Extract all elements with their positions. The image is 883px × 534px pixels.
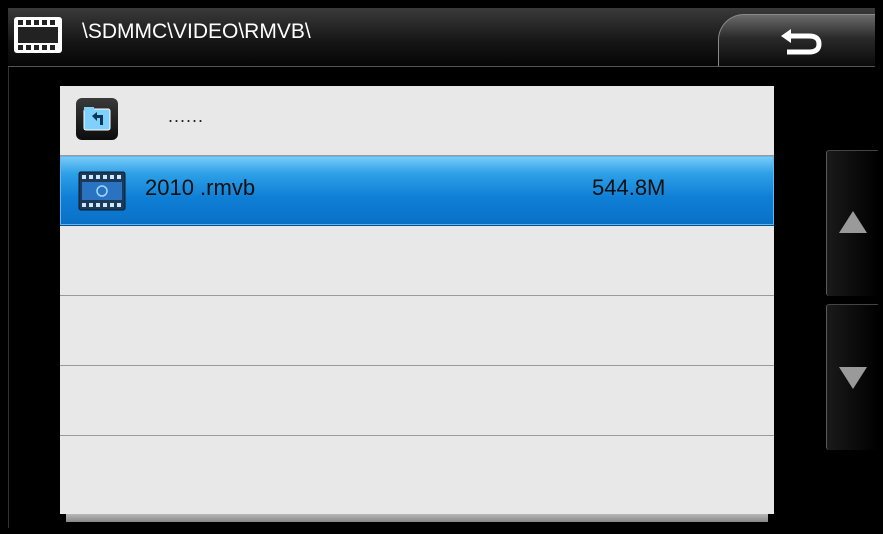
back-arrow-icon xyxy=(781,29,822,55)
video-file-icon xyxy=(78,171,126,211)
scroll-down-button[interactable] xyxy=(826,304,878,450)
triangle-up-icon xyxy=(839,211,867,233)
triangle-down-icon xyxy=(839,367,867,389)
list-item-parent-folder[interactable]: ...... xyxy=(60,86,774,156)
folder-up-icon xyxy=(76,98,118,140)
parent-folder-label: ...... xyxy=(168,106,205,126)
list-item-video[interactable]: 2010 .rmvb 544.8M xyxy=(60,156,774,226)
current-path: \SDMMC\VIDEO\RMVB\ xyxy=(82,20,311,43)
list-item-empty xyxy=(60,436,774,506)
list-bottom-edge xyxy=(66,514,768,522)
back-button[interactable] xyxy=(718,14,875,66)
list-item-empty xyxy=(60,366,774,436)
list-item-empty xyxy=(60,226,774,296)
list-item-empty xyxy=(60,296,774,366)
file-list: ...... 2010 .rmvb 544.8M xyxy=(60,86,774,514)
file-size: 544.8M xyxy=(592,175,666,200)
scroll-up-button[interactable] xyxy=(826,150,878,296)
file-name: 2010 .rmvb xyxy=(145,175,256,200)
film-icon xyxy=(14,17,62,53)
